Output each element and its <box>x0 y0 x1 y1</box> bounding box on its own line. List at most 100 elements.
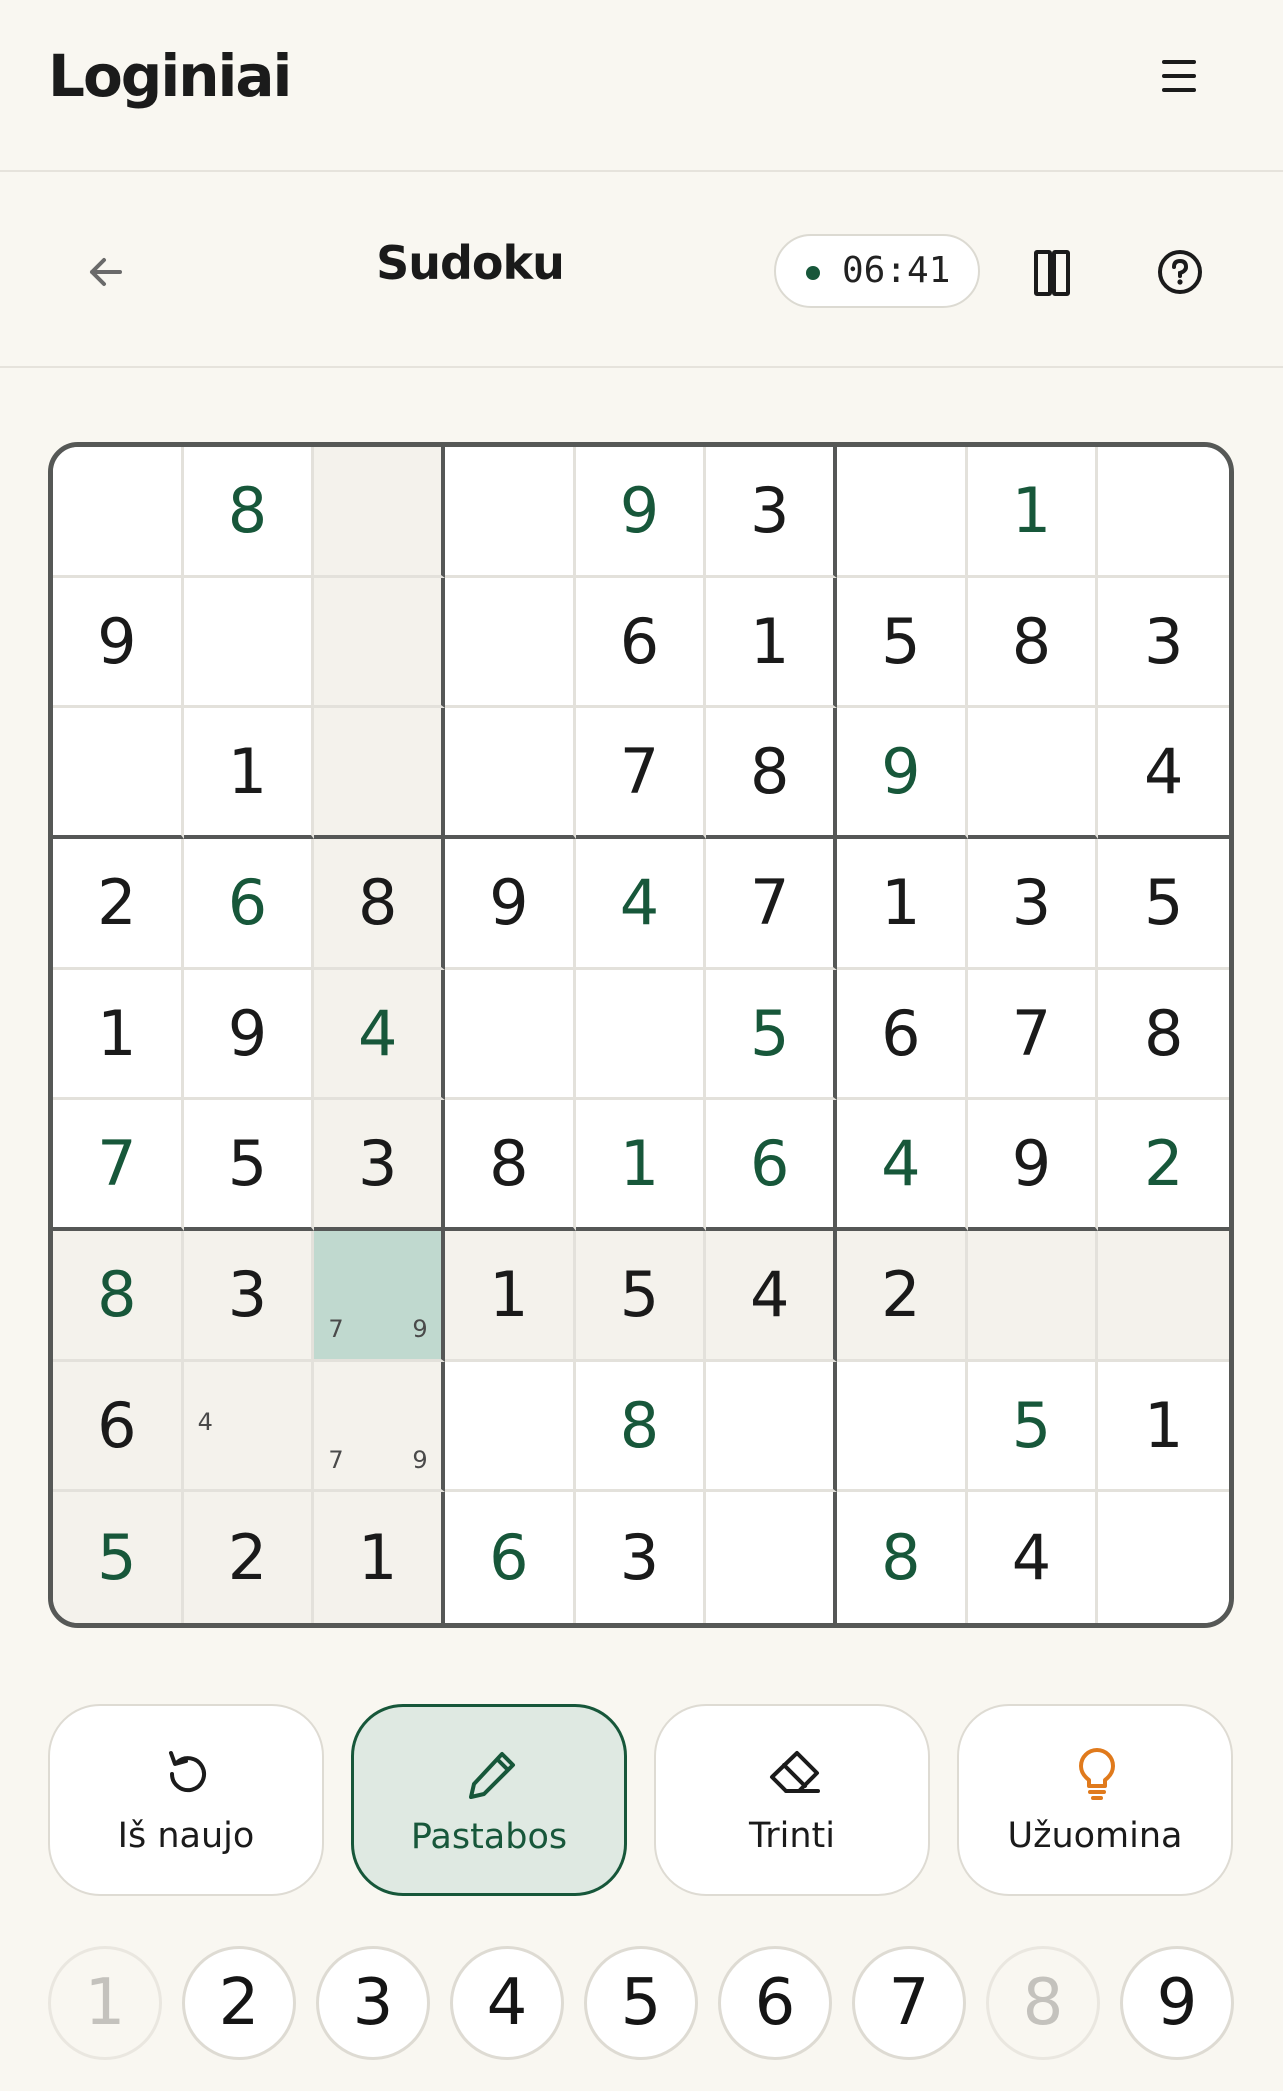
sudoku-cell[interactable]: 1 <box>314 1492 445 1623</box>
sudoku-cell[interactable]: 3 <box>575 1492 707 1623</box>
sudoku-cell[interactable]: 8 <box>967 577 1099 709</box>
sudoku-cell[interactable]: 4 <box>967 1492 1099 1623</box>
sudoku-cell[interactable]: 4 <box>314 969 445 1101</box>
sudoku-cell[interactable]: 3 <box>314 1100 445 1231</box>
sudoku-cell[interactable]: 1 <box>1098 1361 1229 1493</box>
sudoku-cell[interactable]: 1 <box>53 969 184 1101</box>
sudoku-cell[interactable]: 2 <box>183 1492 315 1623</box>
sudoku-cell[interactable]: 5 <box>575 1231 707 1362</box>
sudoku-cell[interactable]: 1 <box>575 1100 707 1231</box>
sudoku-cell[interactable]: 1 <box>706 577 837 709</box>
number-button-7[interactable]: 7 <box>852 1946 966 2060</box>
notes-button[interactable]: Pastabos <box>351 1704 627 1896</box>
sudoku-cell[interactable]: 8 <box>706 708 837 839</box>
sudoku-cell[interactable] <box>314 577 445 709</box>
sudoku-cell[interactable]: 1 <box>837 839 968 970</box>
erase-button[interactable]: Trinti <box>654 1704 930 1896</box>
sudoku-cell[interactable]: 2 <box>1098 1100 1229 1231</box>
sudoku-cell[interactable]: 8 <box>575 1361 707 1493</box>
sudoku-cell[interactable] <box>1098 1231 1229 1362</box>
number-button-3[interactable]: 3 <box>316 1946 430 2060</box>
sudoku-cell[interactable]: 4 <box>183 1361 315 1493</box>
sudoku-cell[interactable]: 4 <box>1098 708 1229 839</box>
sudoku-cell[interactable] <box>837 447 968 578</box>
sudoku-cell[interactable] <box>837 1361 968 1493</box>
sudoku-cell[interactable] <box>314 447 445 578</box>
sudoku-cell[interactable]: 8 <box>314 839 445 970</box>
number-button-8[interactable]: 8 <box>986 1946 1100 2060</box>
sudoku-cell[interactable]: 6 <box>706 1100 837 1231</box>
sudoku-cell[interactable]: 2 <box>53 839 184 970</box>
back-button[interactable] <box>80 246 132 298</box>
sudoku-cell[interactable]: 7 <box>575 708 707 839</box>
sudoku-cell[interactable]: 5 <box>837 577 968 709</box>
menu-button[interactable] <box>1156 52 1204 100</box>
game-title: Sudoku <box>376 236 565 290</box>
sudoku-cell[interactable] <box>967 1231 1099 1362</box>
sudoku-cell[interactable]: 9 <box>575 447 707 578</box>
sudoku-cell[interactable]: 9 <box>837 708 968 839</box>
sudoku-cell[interactable] <box>53 708 184 839</box>
sudoku-cell[interactable]: 1 <box>967 447 1099 578</box>
sudoku-cell[interactable]: 9 <box>967 1100 1099 1231</box>
sudoku-cell[interactable]: 5 <box>53 1492 184 1623</box>
sudoku-cell[interactable]: 9 <box>445 839 576 970</box>
sudoku-cell[interactable] <box>445 969 576 1101</box>
sudoku-cell[interactable]: 4 <box>706 1231 837 1362</box>
number-button-2[interactable]: 2 <box>182 1946 296 2060</box>
sudoku-cell[interactable]: 3 <box>1098 577 1229 709</box>
sudoku-cell[interactable]: 3 <box>967 839 1099 970</box>
sudoku-cell[interactable]: 8 <box>1098 969 1229 1101</box>
sudoku-cell[interactable]: 8 <box>445 1100 576 1231</box>
sudoku-cell[interactable]: 6 <box>53 1361 184 1493</box>
sudoku-cell[interactable]: 3 <box>706 447 837 578</box>
number-button-1[interactable]: 1 <box>48 1946 162 2060</box>
sudoku-cell[interactable] <box>967 708 1099 839</box>
sudoku-cell[interactable]: 9 <box>183 969 315 1101</box>
number-button-4[interactable]: 4 <box>450 1946 564 2060</box>
help-button[interactable] <box>1156 248 1204 296</box>
sudoku-cell[interactable]: 1 <box>183 708 315 839</box>
sudoku-cell[interactable]: 79 <box>314 1231 445 1362</box>
sudoku-cell[interactable]: 8 <box>53 1231 184 1362</box>
sudoku-cell[interactable]: 1 <box>445 1231 576 1362</box>
site-logo[interactable]: Loginiai <box>48 42 292 110</box>
number-button-6[interactable]: 6 <box>718 1946 832 2060</box>
sudoku-cell[interactable] <box>314 708 445 839</box>
sudoku-cell[interactable]: 6 <box>445 1492 576 1623</box>
sudoku-cell[interactable] <box>53 447 184 578</box>
sudoku-cell[interactable]: 2 <box>837 1231 968 1362</box>
sudoku-cell[interactable] <box>1098 447 1229 578</box>
sudoku-cell[interactable]: 4 <box>837 1100 968 1231</box>
restart-button[interactable]: Iš naujo <box>48 1704 324 1896</box>
sudoku-cell[interactable] <box>575 969 707 1101</box>
sudoku-cell[interactable]: 8 <box>837 1492 968 1623</box>
sudoku-cell[interactable]: 6 <box>575 577 707 709</box>
sudoku-cell[interactable]: 8 <box>183 447 315 578</box>
sudoku-cell[interactable]: 4 <box>575 839 707 970</box>
sudoku-cell[interactable]: 7 <box>53 1100 184 1231</box>
sudoku-cell[interactable] <box>445 577 576 709</box>
sudoku-cell[interactable]: 6 <box>183 839 315 970</box>
sudoku-cell[interactable] <box>183 577 315 709</box>
sudoku-cell[interactable]: 79 <box>314 1361 445 1493</box>
hint-button[interactable]: Užuomina <box>957 1704 1233 1896</box>
sudoku-cell[interactable]: 5 <box>1098 839 1229 970</box>
sudoku-cell[interactable]: 9 <box>53 577 184 709</box>
pause-button[interactable] <box>1034 248 1074 296</box>
sudoku-cell[interactable]: 7 <box>967 969 1099 1101</box>
sudoku-cell[interactable]: 5 <box>967 1361 1099 1493</box>
sudoku-cell[interactable]: 6 <box>837 969 968 1101</box>
sudoku-cell[interactable] <box>1098 1492 1229 1623</box>
sudoku-cell[interactable] <box>706 1361 837 1493</box>
sudoku-cell[interactable]: 7 <box>706 839 837 970</box>
number-button-5[interactable]: 5 <box>584 1946 698 2060</box>
sudoku-cell[interactable] <box>445 708 576 839</box>
sudoku-cell[interactable]: 5 <box>706 969 837 1101</box>
sudoku-cell[interactable] <box>445 1361 576 1493</box>
sudoku-cell[interactable] <box>706 1492 837 1623</box>
sudoku-cell[interactable]: 5 <box>183 1100 315 1231</box>
sudoku-cell[interactable]: 3 <box>183 1231 315 1362</box>
sudoku-cell[interactable] <box>445 447 576 578</box>
number-button-9[interactable]: 9 <box>1120 1946 1234 2060</box>
